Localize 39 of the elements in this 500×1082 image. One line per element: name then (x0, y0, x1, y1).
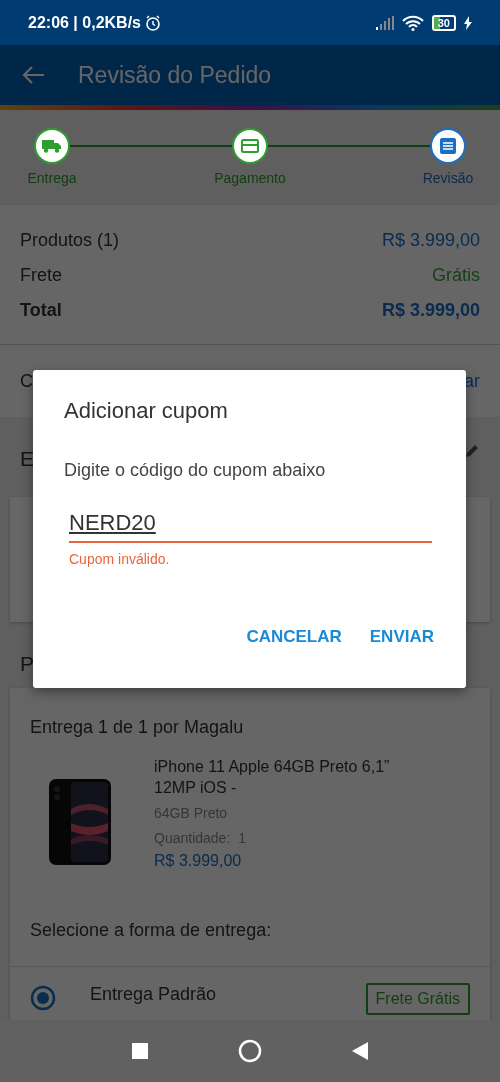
product-price: R$ 3.999,00 (154, 850, 243, 871)
signal-icon (375, 15, 394, 30)
step-label: Pagamento (214, 169, 286, 188)
summary-label: Total (20, 299, 62, 322)
charging-icon (464, 15, 472, 30)
delivery-title: Entrega 1 de 1 por Magalu (30, 716, 245, 739)
summary-value: Grátis (432, 264, 480, 287)
summary-label: Produtos (1) (20, 229, 120, 252)
summary-value: R$ 3.999,00 (381, 229, 480, 252)
radio-button[interactable] (30, 984, 56, 1011)
battery-level: 30 (431, 14, 456, 31)
truck-icon (42, 139, 62, 153)
dialog-title: Adicionar cupom (64, 397, 229, 425)
submit-button[interactable]: ENVIAR (367, 620, 436, 654)
status-time: 22:06 | 0,2KB/s (28, 12, 141, 33)
shipping-badge: Frete Grátis (365, 982, 470, 1015)
card-icon (241, 139, 259, 153)
back-icon[interactable] (22, 65, 46, 85)
document-icon (440, 138, 456, 154)
section-heading: E (20, 446, 34, 472)
home-icon[interactable] (238, 1039, 262, 1063)
product-name: iPhone 11 Apple 64GB Preto 6,1” 12MP iOS - (154, 757, 391, 798)
step-label: Revisão (422, 169, 474, 188)
wifi-icon (401, 14, 424, 31)
shipping-option-label: Entrega Padrão (90, 982, 217, 1006)
dialog-message: Digite o código do cupom abaixo (64, 459, 327, 482)
pencil-icon[interactable] (464, 443, 480, 459)
page-title: Revisão do Pedido (78, 60, 272, 90)
coupon-label: C (20, 369, 33, 393)
section-heading: P (20, 652, 34, 675)
cancel-button[interactable]: CANCELAR (244, 620, 344, 654)
back-icon[interactable] (352, 1042, 368, 1060)
summary-label: Frete (20, 264, 62, 287)
alarm-icon (145, 14, 161, 31)
shipping-prompt: Selecione a forma de entrega: (30, 918, 273, 942)
summary-value: R$ 3.999,00 (381, 299, 480, 322)
error-message: Cupom inválido. (69, 550, 171, 569)
coupon-field[interactable]: NERD20 (69, 506, 432, 543)
step-label: Entrega (27, 169, 77, 188)
